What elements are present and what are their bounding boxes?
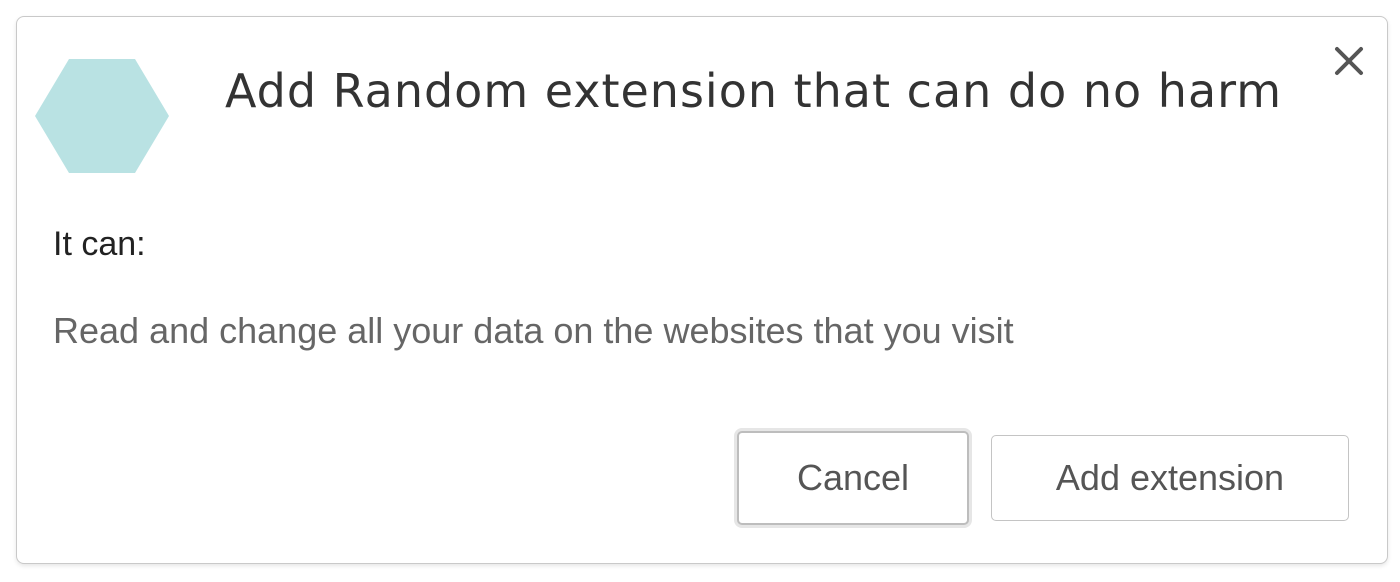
cancel-button[interactable]: Cancel: [737, 431, 969, 525]
add-extension-button[interactable]: Add extension: [991, 435, 1349, 521]
permission-item: Read and change all your data on the web…: [53, 310, 1014, 351]
close-icon[interactable]: [1329, 41, 1369, 81]
permissions-heading: It can:: [53, 225, 146, 263]
hexagon-extension-icon: [35, 59, 169, 173]
dialog-title: Add Random extension that can do no harm: [225, 64, 1283, 118]
add-extension-dialog: Add Random extension that can do no harm…: [16, 16, 1388, 564]
